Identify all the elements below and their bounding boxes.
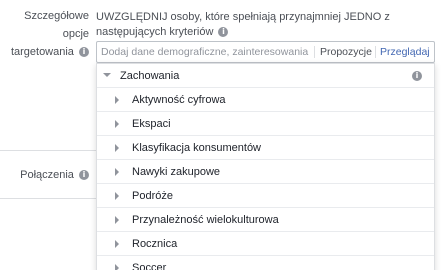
connections-label: Połączenia i	[20, 166, 89, 184]
info-icon[interactable]: i	[218, 27, 229, 38]
section-divider	[0, 198, 96, 199]
section-divider	[0, 150, 96, 151]
targeting-search-input[interactable]	[101, 42, 311, 62]
chevron-right-icon	[115, 168, 119, 176]
category-item[interactable]: Rocznica	[97, 232, 434, 256]
category-item[interactable]: Podróże	[97, 184, 434, 208]
connections-label-text: Połączenia	[20, 169, 74, 181]
category-item[interactable]: Przynależność wielokulturowa	[97, 208, 434, 232]
info-icon[interactable]: i	[412, 71, 422, 81]
separator	[314, 46, 315, 58]
detailed-targeting-label-line2: targetowania	[10, 46, 74, 58]
separator	[375, 46, 376, 58]
chevron-right-icon	[115, 120, 119, 128]
category-item-label: Rocznica	[132, 238, 178, 250]
category-item[interactable]: Soccer	[97, 256, 434, 270]
category-item-label: Ekspaci	[132, 118, 171, 130]
category-item[interactable]: Ekspaci	[97, 112, 434, 136]
category-item-label: Klasyfikacja konsumentów	[132, 142, 262, 154]
info-icon[interactable]: i	[79, 170, 89, 181]
criteria-text: UWZGLĘDNIJ osoby, które spełniają przyna…	[96, 10, 436, 40]
chevron-right-icon	[115, 144, 119, 152]
criteria-text-content: UWZGLĘDNIJ osoby, które spełniają przyna…	[96, 11, 390, 38]
category-header-label: Zachowania	[120, 70, 180, 82]
category-item-label: Soccer	[132, 262, 167, 270]
category-item-label: Podróże	[132, 190, 173, 202]
suggestions-button[interactable]: Propozycje	[320, 42, 372, 62]
category-item-label: Aktywność cyfrowa	[132, 94, 226, 106]
category-item[interactable]: Aktywność cyfrowa	[97, 88, 434, 112]
category-item-label: Nawyki zakupowe	[132, 166, 221, 178]
caret-down-icon	[103, 73, 111, 77]
detailed-targeting-label: Szczegółowe opcje targetowania i	[0, 7, 89, 61]
browse-dropdown: Zachowania i Aktywność cyfrowa Ekspaci K…	[96, 63, 435, 270]
category-header-behaviors[interactable]: Zachowania i	[97, 64, 434, 88]
chevron-right-icon	[115, 240, 119, 248]
category-item[interactable]: Klasyfikacja konsumentów	[97, 136, 434, 160]
targeting-search-box: Propozycje Przeglądaj	[96, 41, 435, 63]
chevron-right-icon	[115, 192, 119, 200]
chevron-right-icon	[115, 264, 119, 270]
detailed-targeting-label-line1: Szczegółowe opcje	[24, 10, 89, 40]
info-icon[interactable]: i	[79, 47, 89, 58]
chevron-right-icon	[115, 96, 119, 104]
chevron-right-icon	[115, 216, 119, 224]
browse-button[interactable]: Przeglądaj	[380, 42, 430, 62]
category-item[interactable]: Nawyki zakupowe	[97, 160, 434, 184]
category-item-label: Przynależność wielokulturowa	[132, 214, 279, 226]
